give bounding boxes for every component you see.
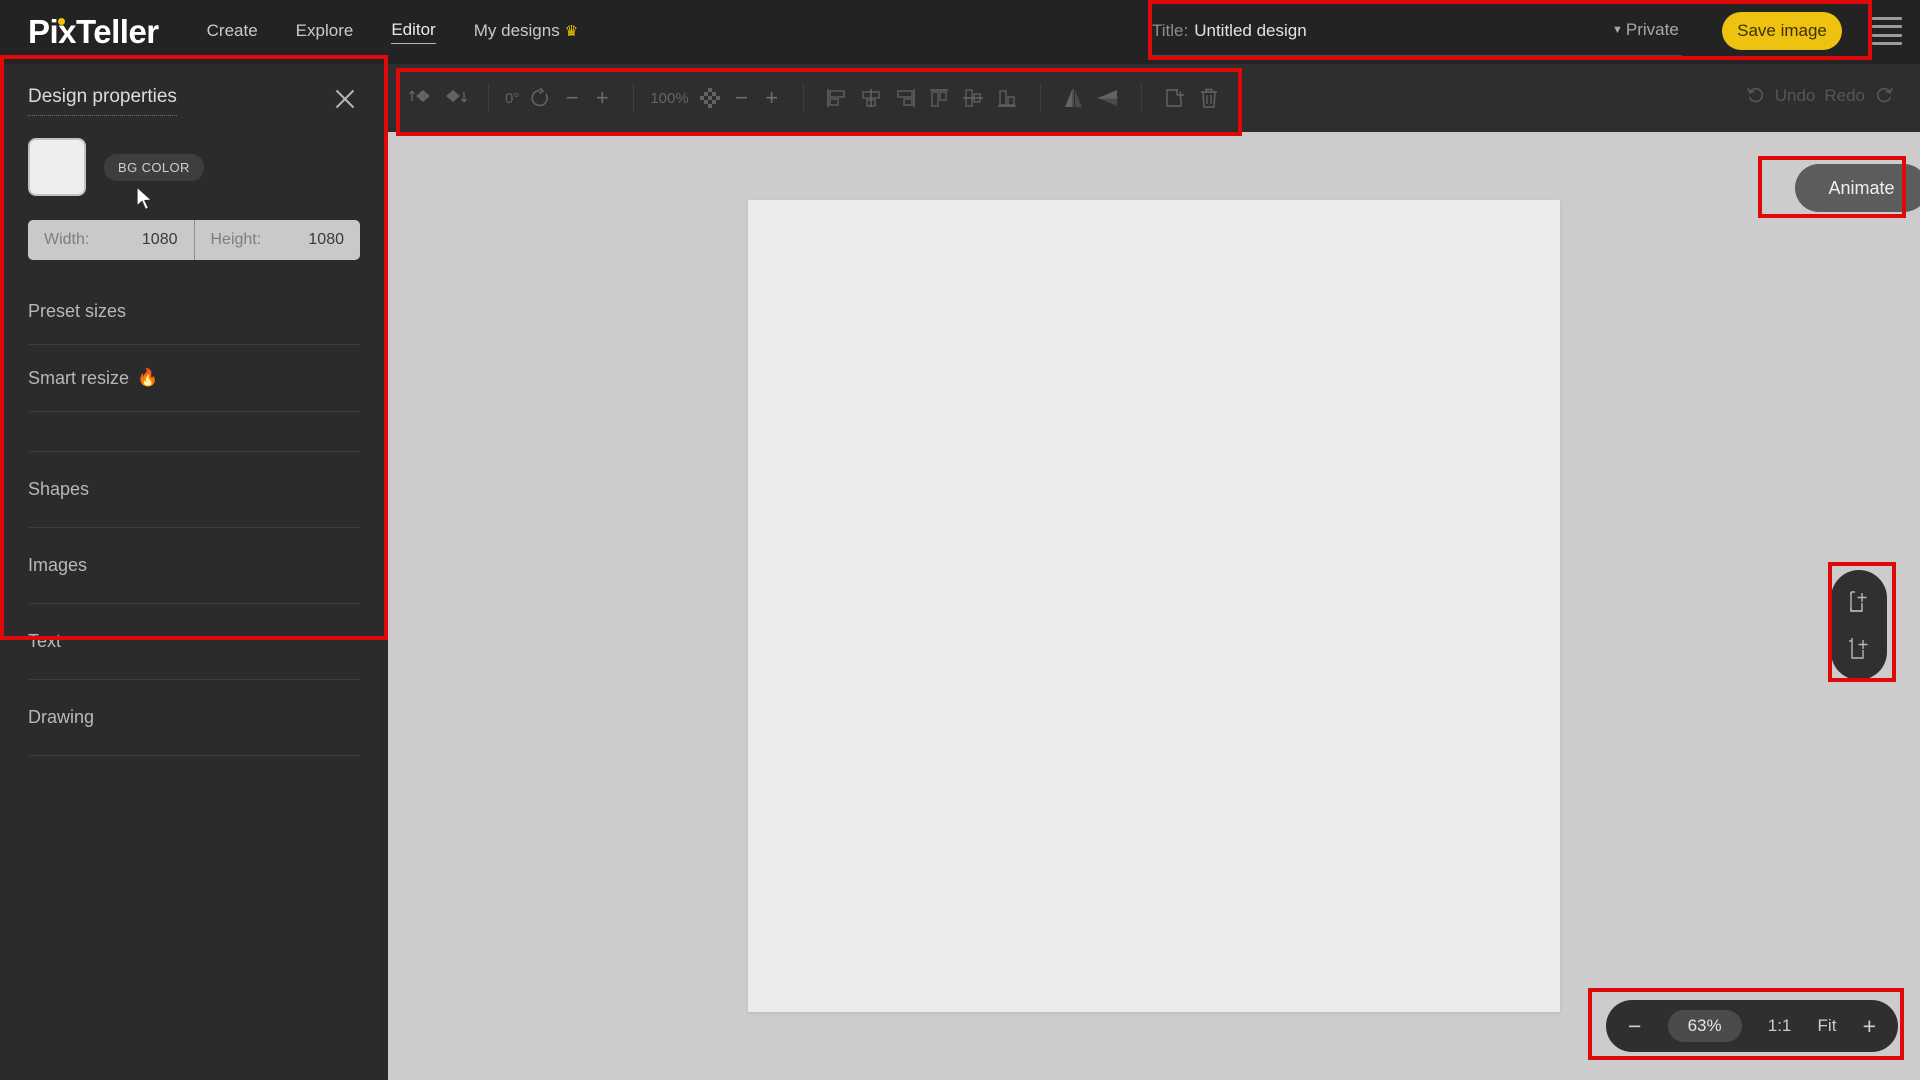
rotation-increase-button[interactable]: + (587, 83, 617, 113)
panel-title: Design properties (28, 86, 177, 116)
zoom-in-button[interactable]: + (1863, 1014, 1876, 1038)
add-frame-copy-icon[interactable] (1844, 634, 1874, 664)
send-backward-icon[interactable] (438, 81, 472, 115)
logo-accent-dot-icon (58, 18, 65, 25)
align-middle-vertical-icon[interactable] (956, 81, 990, 115)
sidebar-item-drawing[interactable]: Drawing (28, 680, 360, 756)
pixteller-editor-app: PixTeller Create Explore Editor My desig… (0, 0, 1920, 1080)
flip-vertical-icon[interactable] (1091, 81, 1125, 115)
canvas-width-input[interactable] (107, 231, 178, 249)
close-icon[interactable] (330, 84, 360, 114)
fire-icon: 🔥 (137, 368, 159, 387)
mouse-cursor-icon (136, 186, 153, 211)
zoom-out-button[interactable]: − (1628, 1014, 1641, 1038)
canvas-height-label: Height: (210, 231, 262, 248)
crown-icon: ♛ (564, 22, 579, 40)
sidebar-item-text-label: Text (28, 631, 62, 651)
design-title-input[interactable] (1194, 20, 1615, 41)
rotation-value: 0° (505, 89, 520, 107)
sidebar-item-images[interactable]: Images (28, 528, 360, 604)
nav-item-explore[interactable]: Explore (296, 21, 354, 44)
pixteller-logo[interactable]: PixTeller (28, 13, 159, 51)
opacity-checker-icon[interactable] (693, 81, 727, 115)
canvas-width-label: Width: (44, 231, 90, 248)
align-top-icon[interactable] (922, 81, 956, 115)
redo-arrow-icon[interactable] (1874, 86, 1894, 106)
privacy-selector[interactable]: ▼ Private (1612, 20, 1679, 40)
toolbar-group-layer-order (388, 76, 488, 120)
toolbar-group-opacity: 100% − + (634, 76, 802, 120)
primary-nav-links: Create Explore Editor My designs ♛ (207, 20, 578, 44)
privacy-label: Private (1625, 20, 1679, 39)
redo-label[interactable]: Redo (1824, 86, 1865, 106)
sidebar-item-images-label: Images (28, 555, 88, 575)
duplicate-icon[interactable] (1158, 81, 1192, 115)
canvas-workspace[interactable]: Animate − 63% 1:1 Fit + (388, 132, 1920, 1080)
left-sidebar: Design properties BG COLOR Width: Height… (0, 64, 388, 1080)
rotation-decrease-button[interactable]: − (557, 83, 587, 113)
design-properties-panel: Design properties BG COLOR Width: Height… (0, 64, 388, 756)
nav-item-my-designs-label: My designs (473, 20, 560, 40)
save-image-button[interactable]: Save image (1722, 12, 1842, 50)
sidebar-item-shapes-label: Shapes (28, 479, 90, 499)
canvas-side-actions (1831, 570, 1887, 680)
logo-text-part1: P (28, 13, 50, 50)
object-toolbar: 0° − + 100% − + Undo Redo (388, 64, 1920, 132)
align-center-horizontal-icon[interactable] (854, 81, 888, 115)
background-color-swatch[interactable] (28, 138, 86, 196)
toolbar-group-align (804, 76, 1040, 120)
align-bottom-icon[interactable] (990, 81, 1024, 115)
top-navigation-bar: PixTeller Create Explore Editor My desig… (0, 0, 1920, 64)
opacity-increase-button[interactable]: + (757, 83, 787, 113)
nav-item-create[interactable]: Create (207, 21, 258, 44)
flip-horizontal-icon[interactable] (1057, 81, 1091, 115)
zoom-actual-size-button[interactable]: 1:1 (1768, 1016, 1792, 1036)
sidebar-item-smart-resize[interactable]: Smart resize 🔥 (28, 345, 360, 412)
bring-forward-icon[interactable] (404, 81, 438, 115)
bg-color-chip-label: BG COLOR (104, 153, 204, 181)
sidebar-item-preset-sizes-label: Preset sizes (28, 300, 127, 321)
undo-redo-group: Undo Redo (1746, 86, 1894, 106)
canvas-dimensions-row: Width: Height: (28, 220, 360, 260)
canvas-height-input[interactable] (274, 231, 344, 249)
chevron-down-icon: ▼ (1612, 24, 1623, 36)
opacity-decrease-button[interactable]: − (727, 83, 757, 113)
sidebar-item-text[interactable]: Text (28, 604, 360, 680)
undo-label[interactable]: Undo (1775, 86, 1816, 106)
toolbar-group-rotation: 0° − + (489, 76, 633, 120)
opacity-value: 100% (650, 89, 689, 107)
design-canvas[interactable] (748, 200, 1560, 1012)
zoom-percent-value[interactable]: 63% (1667, 1010, 1742, 1042)
logo-text-part3: Teller (76, 13, 159, 50)
sidebar-item-drawing-label: Drawing (28, 707, 95, 727)
canvas-width-field[interactable]: Width: (28, 220, 194, 260)
zoom-fit-button[interactable]: Fit (1818, 1016, 1837, 1036)
toolbar-group-flip (1041, 76, 1141, 120)
background-color-row: BG COLOR (28, 138, 360, 211)
toolbar-group-object-actions (1142, 76, 1242, 120)
nav-item-my-designs[interactable]: My designs ♛ (474, 21, 578, 44)
sidebar-menu-list: Preset sizes Smart resize 🔥 Shapes Image… (28, 278, 360, 756)
rotate-icon[interactable] (523, 81, 557, 115)
canvas-height-field[interactable]: Height: (193, 220, 361, 260)
sidebar-item-shapes[interactable]: Shapes (28, 452, 360, 528)
align-right-icon[interactable] (888, 81, 922, 115)
design-title-label: Title: (1152, 20, 1189, 40)
sidebar-divider-gap (28, 412, 360, 452)
panel-header: Design properties (28, 86, 360, 116)
zoom-control-bar: − 63% 1:1 Fit + (1606, 1000, 1898, 1052)
align-left-icon[interactable] (820, 81, 854, 115)
nav-item-editor[interactable]: Editor (391, 20, 436, 44)
sidebar-item-preset-sizes[interactable]: Preset sizes (28, 278, 360, 345)
sidebar-item-smart-resize-label: Smart resize (28, 367, 130, 388)
animate-button[interactable]: Animate (1795, 164, 1920, 212)
undo-arrow-icon[interactable] (1746, 86, 1766, 106)
add-frame-icon[interactable] (1844, 587, 1874, 617)
design-title-field-wrapper: Title: (1152, 6, 1682, 56)
trash-icon[interactable] (1192, 81, 1226, 115)
hamburger-menu-icon[interactable] (1872, 17, 1902, 45)
